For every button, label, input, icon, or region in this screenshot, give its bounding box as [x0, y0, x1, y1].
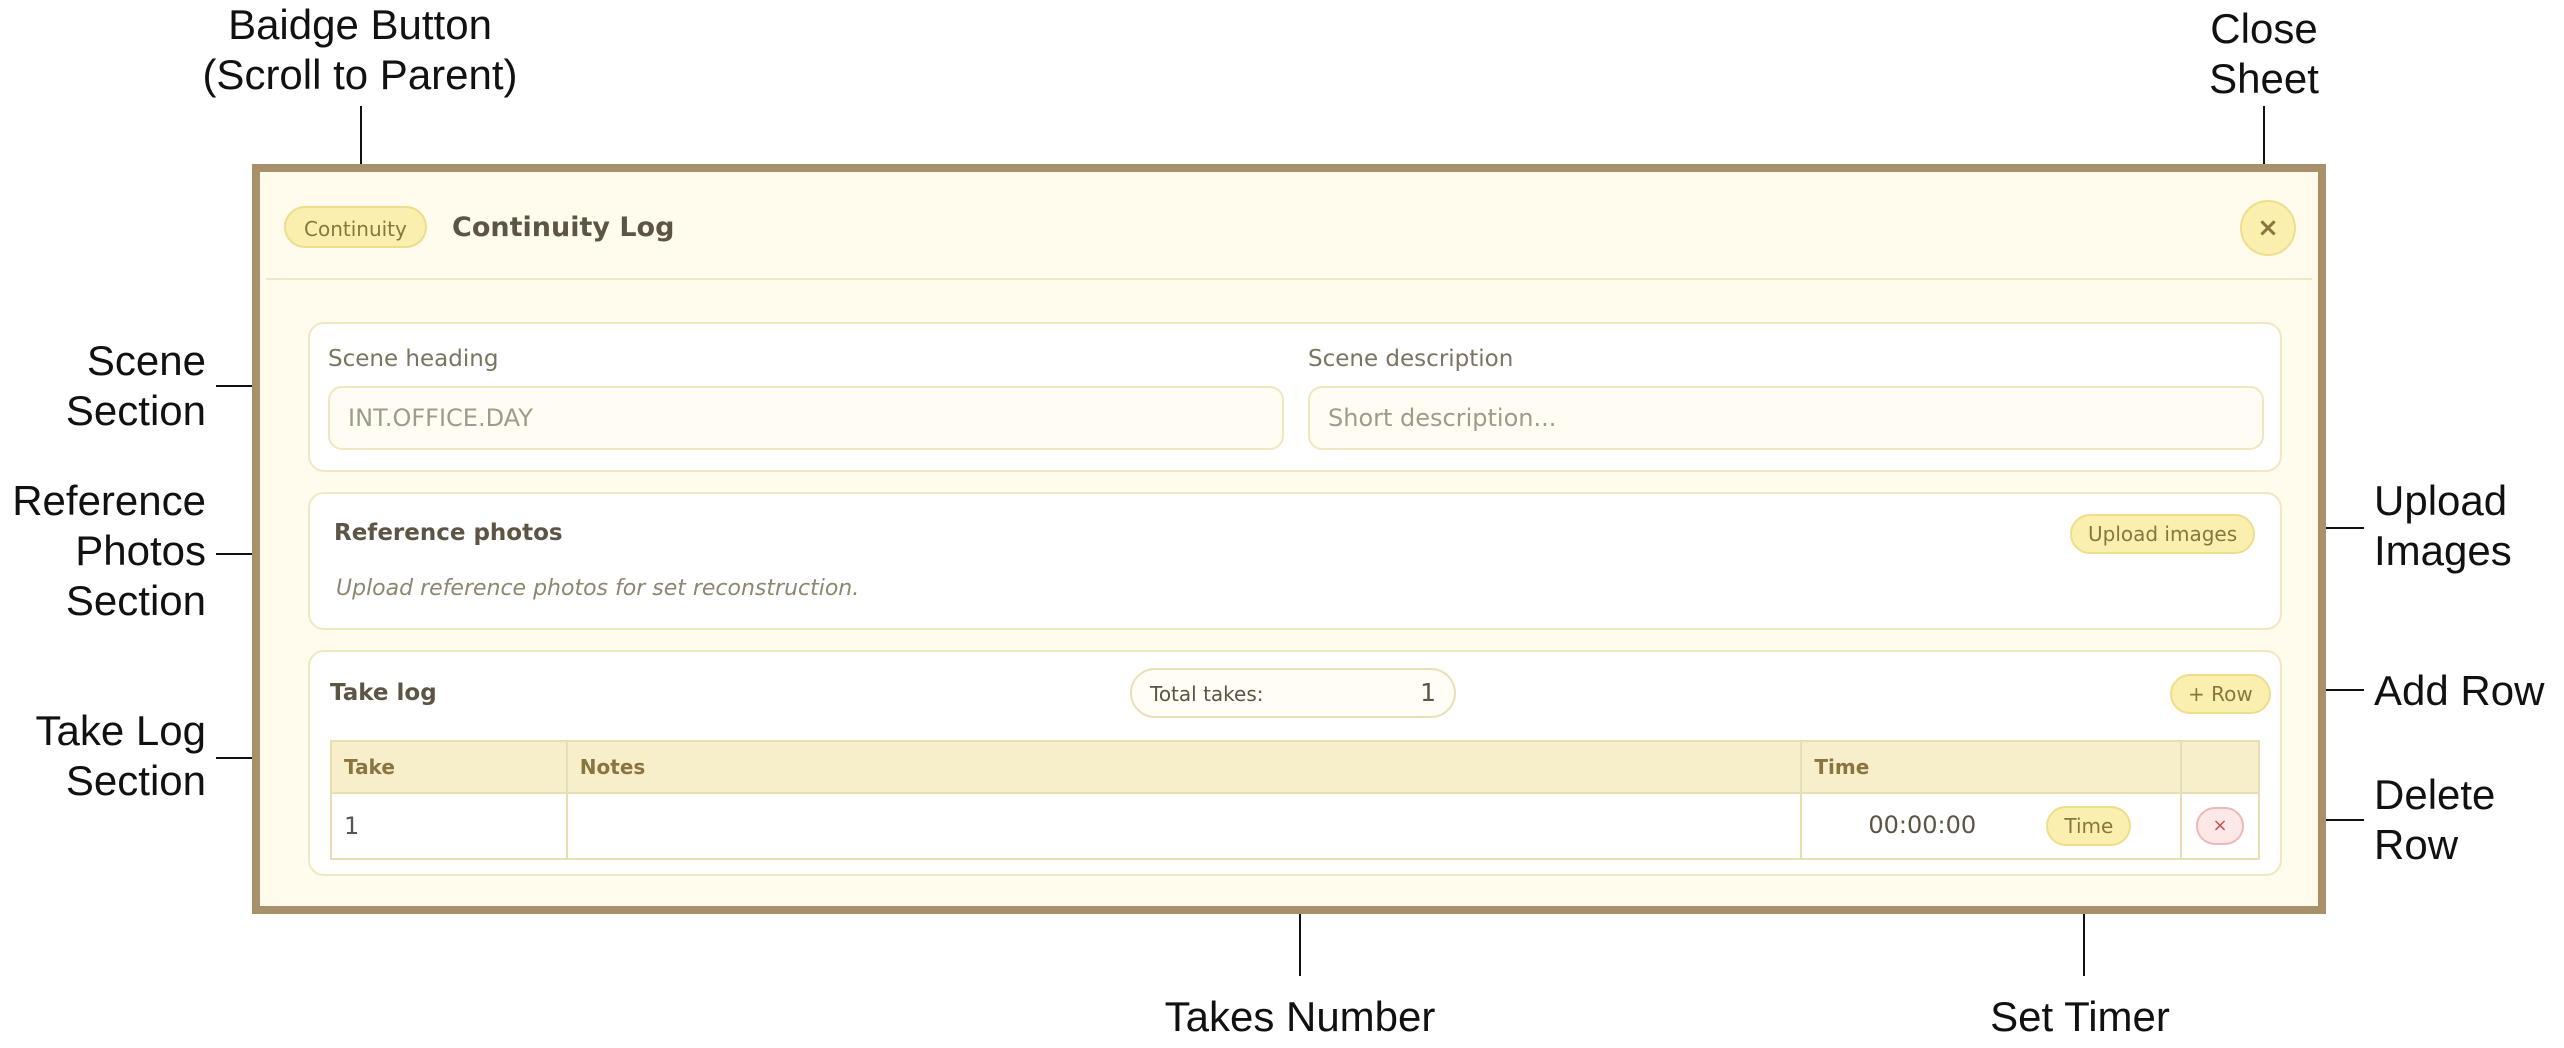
scene-description-label: Scene description [1308, 346, 1514, 372]
sheet-body: Continuity Continuity Log × Scene headin… [266, 178, 2312, 900]
sheet-title: Continuity Log [452, 212, 675, 243]
callout-delete-row: Delete Row [2374, 771, 2496, 868]
take-log-title: Take log [330, 680, 437, 706]
callout-set-timer: Set Timer [1990, 993, 2170, 1040]
sheet-header: Continuity Continuity Log × [266, 178, 2312, 280]
column-header-take: Take [330, 740, 568, 794]
callout-scene-section: Scene Section [65, 337, 206, 434]
callout-badge-button: Baidge Button (Scroll to Parent) [202, 1, 518, 98]
total-takes-field: Total takes: 1 [1130, 668, 1456, 718]
take-log-table: Take Notes Time 1 00:00:00 Time × [330, 740, 2261, 860]
callout-add-row: Add Row [2374, 667, 2545, 714]
continuity-badge-button[interactable]: Continuity [284, 206, 427, 248]
total-takes-label: Total takes: [1150, 682, 1264, 706]
time-value: 00:00:00 [1868, 811, 1977, 839]
table-row: 1 00:00:00 Time × [330, 792, 2261, 860]
take-log-section: Take log Total takes: 1 + Row Take Notes… [308, 650, 2282, 876]
take-number-cell[interactable]: 1 [330, 792, 568, 860]
delete-row-button[interactable]: × [2195, 807, 2244, 845]
actions-cell: × [2179, 792, 2261, 860]
callout-upload-images: Upload Images [2374, 477, 2512, 574]
continuity-sheet: Continuity Continuity Log × Scene headin… [252, 164, 2326, 914]
time-cell: 00:00:00 Time [1800, 792, 2182, 860]
callout-reference-photos-section: Reference Photos Section [12, 477, 206, 624]
scene-heading-input[interactable] [328, 386, 1284, 450]
close-sheet-button[interactable]: × [2240, 200, 2296, 256]
total-takes-value: 1 [1420, 678, 1436, 707]
column-header-notes: Notes [565, 740, 1803, 794]
scene-heading-label: Scene heading [328, 346, 499, 372]
scene-section: Scene heading Scene description [308, 322, 2282, 472]
callout-close-sheet: Close Sheet [2209, 5, 2319, 102]
callout-take-log-section: Take Log Section [35, 707, 206, 804]
reference-photos-title: Reference photos [334, 520, 563, 546]
column-header-time: Time [1800, 740, 2182, 794]
table-header-row: Take Notes Time [330, 740, 2261, 794]
upload-images-button[interactable]: Upload images [2070, 514, 2256, 554]
add-row-button[interactable]: + Row [2170, 674, 2271, 714]
set-timer-button[interactable]: Time [2046, 806, 2132, 846]
delete-icon: × [2212, 815, 2228, 836]
callout-takes-number: Takes Number [1164, 993, 1436, 1040]
scene-description-input[interactable] [1308, 386, 2264, 450]
column-header-actions [2179, 740, 2261, 794]
close-icon: × [2257, 213, 2279, 243]
notes-cell[interactable] [565, 792, 1803, 860]
reference-photos-section: Reference photos Upload images Upload re… [308, 492, 2282, 630]
reference-photos-hint: Upload reference photos for set reconstr… [336, 576, 860, 601]
